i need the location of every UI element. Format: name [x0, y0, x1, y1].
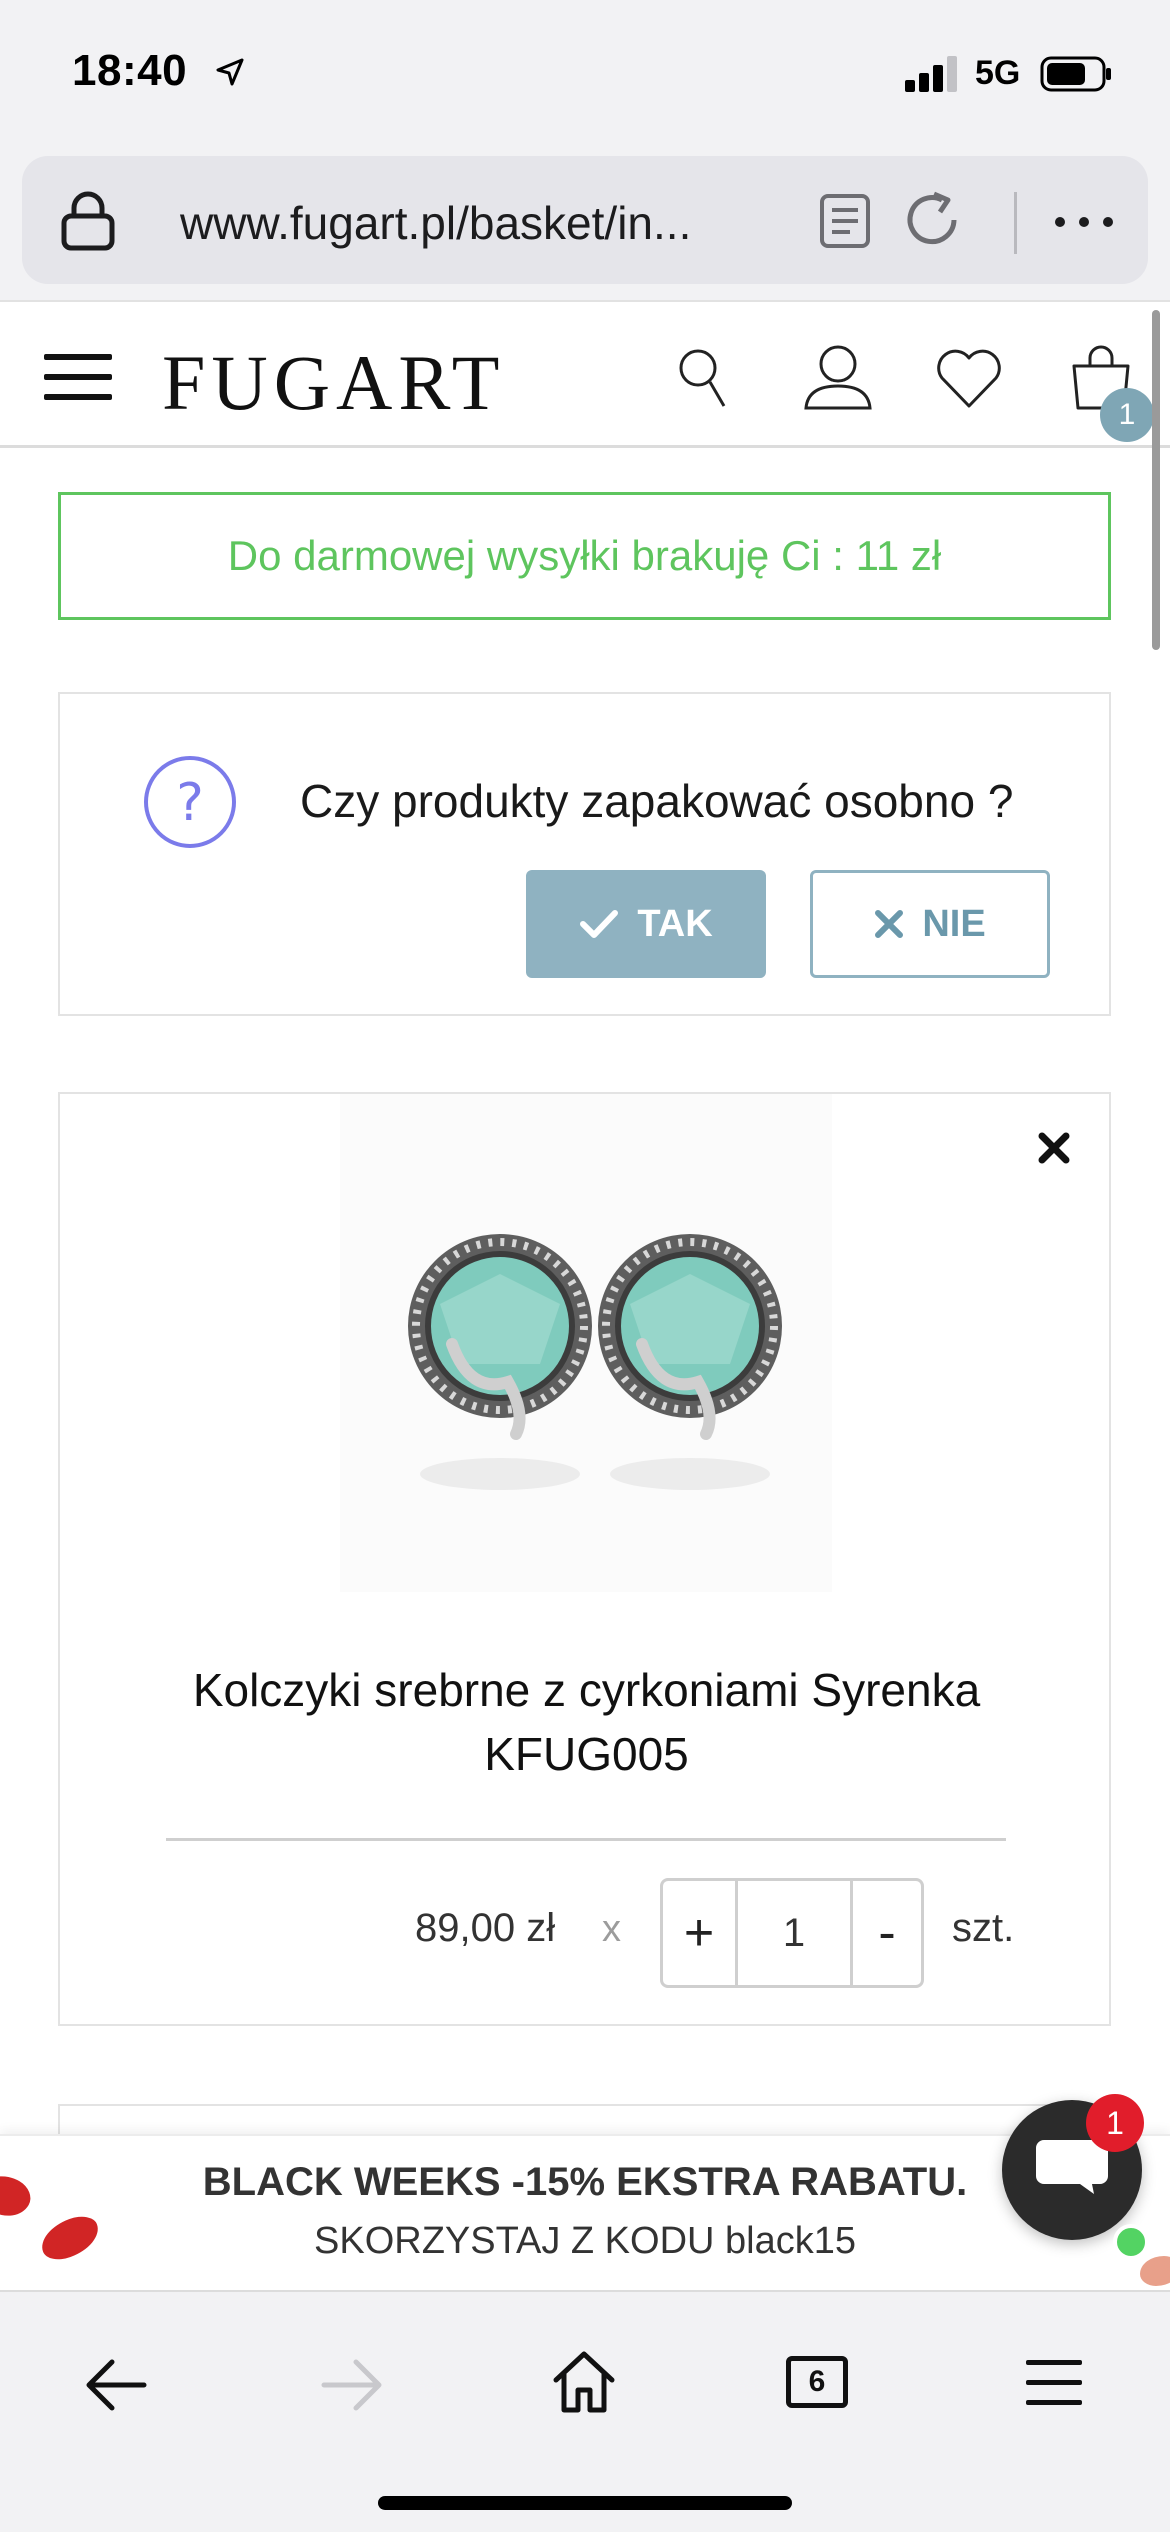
product-price: 89,00 zł — [415, 1906, 556, 1950]
pack-yes-button[interactable]: TAK — [526, 870, 766, 978]
browser-bottom-toolbar: 6 — [0, 2290, 1170, 2532]
quantity-increase-button[interactable]: + — [663, 1881, 735, 1985]
checkmark-icon — [580, 910, 619, 938]
heart-icon[interactable] — [934, 348, 1004, 410]
url-text[interactable]: www.fugart.pl/basket/in... — [180, 196, 691, 250]
network-type: 5G — [975, 54, 1021, 92]
quantity-decrease-button[interactable]: - — [853, 1881, 921, 1985]
reader-mode-icon[interactable] — [817, 192, 873, 250]
quantity-stepper: + 1 - — [660, 1878, 924, 1988]
promo-headline: BLACK WEEKS -15% EKSTRA RABATU. — [202, 2160, 968, 2204]
pack-no-label: NIE — [922, 902, 986, 945]
pack-separately-box: ? Czy produkty zapakować osobno ? TAK NI… — [58, 692, 1111, 1016]
question-mark-icon: ? — [144, 756, 236, 848]
back-arrow-icon[interactable] — [84, 2358, 148, 2412]
unit-label: szt. — [952, 1906, 1015, 1950]
free-shipping-notice: Do darmowej wysyłki brakuję Ci : 11 zł — [58, 492, 1111, 620]
cross-icon — [875, 910, 904, 938]
toolbar-divider — [1014, 192, 1017, 254]
product-code: KFUG005 — [484, 1728, 689, 1780]
pack-separately-question: Czy produkty zapakować osobno ? — [300, 775, 1014, 827]
site-logo[interactable]: FUGART — [162, 338, 505, 428]
tabs-button[interactable]: 6 — [786, 2356, 848, 2408]
lock-icon — [61, 191, 115, 251]
home-icon[interactable] — [552, 2348, 616, 2414]
forward-arrow-icon[interactable] — [320, 2358, 384, 2412]
product-divider — [166, 1838, 1006, 1841]
chat-online-indicator — [1113, 2224, 1149, 2260]
free-shipping-text: Do darmowej wysyłki brakuję Ci : 11 zł — [227, 532, 942, 579]
product-name-line1: Kolczyki srebrne z cyrkoniami Syrenka — [192, 1664, 981, 1716]
promo-banner[interactable]: BLACK WEEKS -15% EKSTRA RABATU. SKORZYST… — [0, 2134, 1170, 2290]
product-name[interactable]: Kolczyki srebrne z cyrkoniami Syrenka KF… — [60, 1658, 1113, 1786]
location-arrow-icon — [216, 58, 244, 86]
product-image[interactable] — [340, 1094, 832, 1592]
battery-icon — [1040, 56, 1111, 92]
remove-item-icon[interactable] — [1034, 1128, 1074, 1168]
user-icon[interactable] — [800, 342, 876, 412]
basket-item: Kolczyki srebrne z cyrkoniami Syrenka KF… — [58, 1092, 1111, 2026]
status-time: 18:40 — [72, 46, 188, 95]
site-header: FUGART 1 — [0, 300, 1170, 448]
reload-icon[interactable] — [902, 190, 966, 252]
browser-menu-icon[interactable] — [1026, 2360, 1082, 2406]
home-indicator — [378, 2496, 792, 2510]
multiply-sign: x — [602, 1908, 621, 1950]
chat-unread-badge: 1 — [1086, 2094, 1144, 2152]
address-bar[interactable]: www.fugart.pl/basket/in... — [22, 156, 1148, 284]
signal-strength-icon — [905, 56, 961, 92]
promo-code-text: SKORZYSTAJ Z KODU black15 — [314, 2220, 856, 2262]
page-scrollbar[interactable] — [1152, 310, 1160, 650]
cart-count-badge: 1 — [1100, 388, 1154, 442]
more-options-icon[interactable] — [1052, 210, 1116, 234]
browser-address-area: www.fugart.pl/basket/in... — [0, 150, 1170, 300]
pack-yes-label: TAK — [637, 902, 713, 945]
quantity-input[interactable]: 1 — [735, 1881, 853, 1985]
svg-text:?: ? — [176, 773, 204, 833]
search-icon[interactable] — [676, 346, 728, 410]
hamburger-menu-icon[interactable] — [44, 354, 112, 400]
pack-no-button[interactable]: NIE — [810, 870, 1050, 978]
status-bar: 18:40 5G — [0, 0, 1170, 150]
